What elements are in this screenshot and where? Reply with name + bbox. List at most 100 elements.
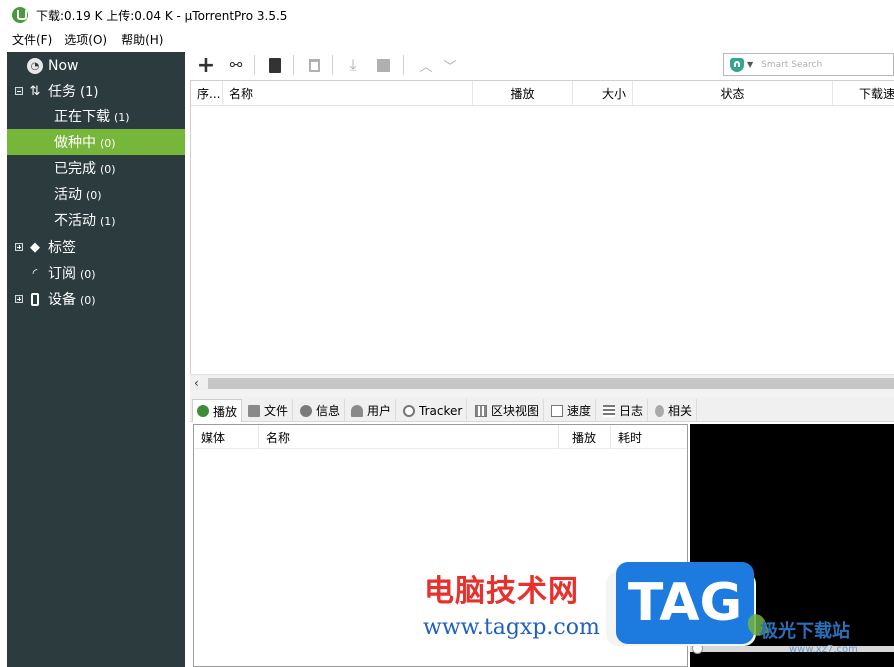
torrent-list[interactable]: 序... 名称 播放 大小 状态 下载速 [190, 80, 894, 390]
sidebar-item-devices[interactable]: 设备 (0) [7, 286, 185, 312]
sidebar-item-inactive[interactable]: 不活动 (1) [7, 207, 185, 233]
speed-icon [551, 404, 563, 417]
dropdown-caret-icon[interactable]: ▼ [747, 60, 753, 69]
sidebar-item-label: 做种中 [54, 135, 96, 151]
column-queue[interactable]: 序... [191, 81, 223, 106]
sidebar-item-count: (1) [114, 111, 130, 124]
window-title: 下载:0.19 K 上传:0.04 K - µTorrentPro 3.5.5 [36, 8, 288, 23]
sidebar-item-downloading[interactable]: 正在下载 (1) [7, 103, 185, 129]
expand-icon[interactable] [15, 243, 23, 251]
menu-help[interactable]: 帮助(H) [115, 31, 169, 48]
create-torrent-button[interactable] [263, 54, 287, 76]
link-icon: ⚯ [229, 56, 243, 74]
watermark-site2: 极光下载站 [760, 621, 850, 642]
chevron-up-icon: ︿ [419, 59, 433, 75]
tab-logger[interactable]: 日志 [599, 399, 649, 422]
search-input[interactable]: Smart Search [761, 60, 822, 70]
tab-speed[interactable]: 速度 [547, 399, 597, 422]
column-status[interactable]: 状态 [633, 81, 833, 106]
sidebar-item-label: 正在下载 [54, 109, 110, 125]
watermark-tag-logo: TAG [616, 562, 754, 644]
media-files-header: 媒体 名称 播放 耗时 [194, 425, 687, 449]
info-icon [300, 404, 312, 417]
tab-play[interactable]: 播放 [192, 399, 243, 422]
sidebar-item-torrents[interactable]: ⇅ 任务 (1) [7, 78, 185, 104]
column-name[interactable]: 名称 [223, 81, 473, 106]
log-icon [603, 404, 615, 417]
chevron-down-icon: ﹀ [443, 59, 457, 75]
stop-icon [376, 58, 390, 72]
add-torrent-button[interactable]: + [194, 52, 218, 78]
smart-search-box[interactable]: ▼ Smart Search [723, 53, 894, 76]
play-icon [197, 405, 209, 417]
sidebar-item-count: (1) [80, 85, 99, 100]
collapse-icon[interactable] [15, 87, 23, 95]
phone-icon [27, 291, 43, 307]
torrent-list-header: 序... 名称 播放 大小 状态 下载速 [191, 81, 894, 106]
tag-icon: ◆ [30, 239, 40, 255]
plus-icon: + [196, 52, 216, 78]
column-name[interactable]: 名称 [259, 425, 559, 449]
expand-icon[interactable] [15, 295, 23, 303]
rss-icon: ◜ [32, 266, 38, 280]
move-up-button[interactable]: ︿ [414, 54, 438, 76]
sidebar-item-feeds[interactable]: ◜ 订阅 (0) [7, 260, 185, 286]
sidebar-item-active[interactable]: 活动 (0) [7, 181, 185, 207]
column-play[interactable]: 播放 [473, 81, 573, 106]
sidebar-item-label: 标签 [48, 240, 76, 256]
horizontal-scrollbar[interactable]: ‹ [190, 374, 894, 391]
tab-related[interactable]: 相关 [651, 399, 698, 422]
sidebar-item-count: (1) [100, 215, 116, 228]
sidebar-item-label: 任务 [48, 84, 76, 100]
sidebar: ◔ Now ⇅ 任务 (1) 正在下载 (1) 做种中 (0) 已完成 (0) 活动 (0… [7, 52, 185, 667]
scrollbar-thumb[interactable] [208, 378, 894, 389]
tab-pieces[interactable]: 区块视图 [471, 399, 545, 422]
users-icon [351, 404, 363, 417]
sidebar-item-label: 设备 [48, 292, 76, 308]
new-file-icon [269, 57, 281, 73]
menu-bar: 文件(F) 选项(O) 帮助(H) [0, 30, 894, 49]
sidebar-item-label: Now [48, 58, 79, 74]
download-icon: ⤓ [349, 55, 357, 74]
utorrent-logo-icon [12, 7, 28, 23]
start-button[interactable]: ⤓ [341, 54, 365, 76]
column-duration[interactable]: 耗时 [611, 425, 687, 449]
detail-tabs: 播放 文件 信息 用户 Tracker 区块视图 速度 日志 相关 [190, 397, 894, 422]
sidebar-item-label: 活动 [54, 187, 82, 203]
column-size[interactable]: 大小 [573, 81, 633, 106]
sidebar-item-count: (0) [86, 189, 102, 202]
watermark-brand: 电脑技术网 [424, 574, 579, 609]
stop-button[interactable] [371, 54, 395, 76]
sidebar-item-count: (0) [100, 163, 116, 176]
sidebar-item-labels[interactable]: ◆ 标签 [7, 234, 185, 260]
sidebar-item-count: (0) [80, 294, 96, 307]
tab-peers[interactable]: 用户 [347, 399, 397, 422]
scroll-left-icon[interactable]: ‹ [194, 376, 199, 390]
sidebar-item-completed[interactable]: 已完成 (0) [7, 155, 185, 181]
sidebar-item-label: 订阅 [48, 266, 76, 282]
pieces-icon [475, 404, 487, 417]
sidebar-item-label: 不活动 [54, 213, 96, 229]
column-play[interactable]: 播放 [559, 425, 611, 449]
column-media[interactable]: 媒体 [194, 425, 259, 449]
add-url-button[interactable]: ⚯ [224, 54, 248, 76]
sidebar-item-seeding[interactable]: 做种中 (0) [7, 129, 185, 155]
tab-trackers[interactable]: Tracker [399, 399, 468, 422]
sidebar-item-count: (0) [100, 137, 116, 150]
sidebar-item-count: (0) [80, 268, 96, 281]
column-download-speed[interactable]: 下载速 [833, 81, 894, 106]
tab-info[interactable]: 信息 [296, 399, 346, 422]
remove-button[interactable] [302, 54, 326, 76]
title-bar: 下载:0.19 K 上传:0.04 K - µTorrentPro 3.5.5 [0, 0, 894, 30]
tracker-icon [403, 404, 415, 417]
trash-icon [308, 58, 320, 72]
menu-file[interactable]: 文件(F) [6, 31, 58, 48]
search-provider-shield-icon[interactable] [730, 57, 744, 72]
move-down-button[interactable]: ﹀ [438, 54, 462, 76]
sidebar-item-label: 已完成 [54, 161, 96, 177]
sidebar-item-now[interactable]: ◔ Now [7, 53, 185, 79]
watermark-site2-url: www.xz7.com [789, 644, 858, 655]
menu-options[interactable]: 选项(O) [58, 31, 113, 48]
file-icon [248, 404, 260, 417]
tab-files[interactable]: 文件 [244, 399, 294, 422]
